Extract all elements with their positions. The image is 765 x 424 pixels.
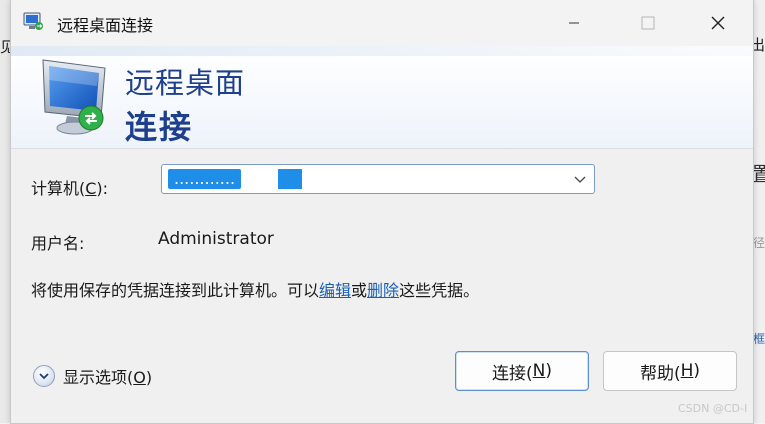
chevron-down-icon[interactable] (33, 365, 55, 387)
delete-credentials-link[interactable]: 删除 (367, 281, 399, 300)
background-left-strip (0, 0, 10, 423)
computer-label: 计算机(C): (31, 179, 109, 198)
close-icon (711, 16, 725, 30)
show-options-toggle[interactable]: 显示选项(O) (33, 364, 152, 388)
computer-value-selected[interactable]: ............ (168, 169, 242, 189)
banner-title-line1: 远程桌面 (125, 66, 246, 100)
watermark: CSDN @CD-I (678, 402, 748, 415)
edit-credentials-link[interactable]: 编辑 (319, 281, 351, 300)
close-button[interactable] (683, 0, 753, 46)
help-button[interactable]: 帮助(H) (603, 351, 737, 391)
minimize-button[interactable] (539, 0, 609, 46)
chevron-down-icon[interactable] (572, 171, 588, 187)
background-text: 框 (753, 332, 765, 346)
username-label: 用户名: (31, 234, 85, 253)
connect-button[interactable]: 连接(N) (455, 351, 589, 391)
remote-desktop-monitor-icon (42, 59, 106, 135)
background-text: 径 (753, 236, 765, 250)
title-bar[interactable]: 远程桌面连接 (11, 0, 753, 46)
banner-title-line2: 连接 (125, 108, 194, 146)
maximize-icon (641, 16, 655, 30)
minimize-icon (569, 22, 579, 24)
computer-value-selection (278, 169, 302, 189)
window-title: 远程桌面连接 (57, 16, 154, 35)
remote-desktop-dialog: 远程桌面连接 远程桌面 连接 计算机(C): ............ 用户名:… (10, 0, 754, 424)
maximize-button[interactable] (613, 0, 683, 46)
show-options-label[interactable]: 显示选项(O) (63, 364, 152, 388)
remote-desktop-icon (23, 12, 43, 30)
header-banner: 远程桌面 连接 (11, 46, 753, 149)
computer-combobox[interactable]: ............ (161, 164, 595, 194)
credentials-info: 将使用保存的凭据连接到此计算机。可以编辑或删除这些凭据。 (31, 281, 480, 300)
username-value: Administrator (158, 229, 274, 249)
banner-accent (11, 46, 753, 56)
